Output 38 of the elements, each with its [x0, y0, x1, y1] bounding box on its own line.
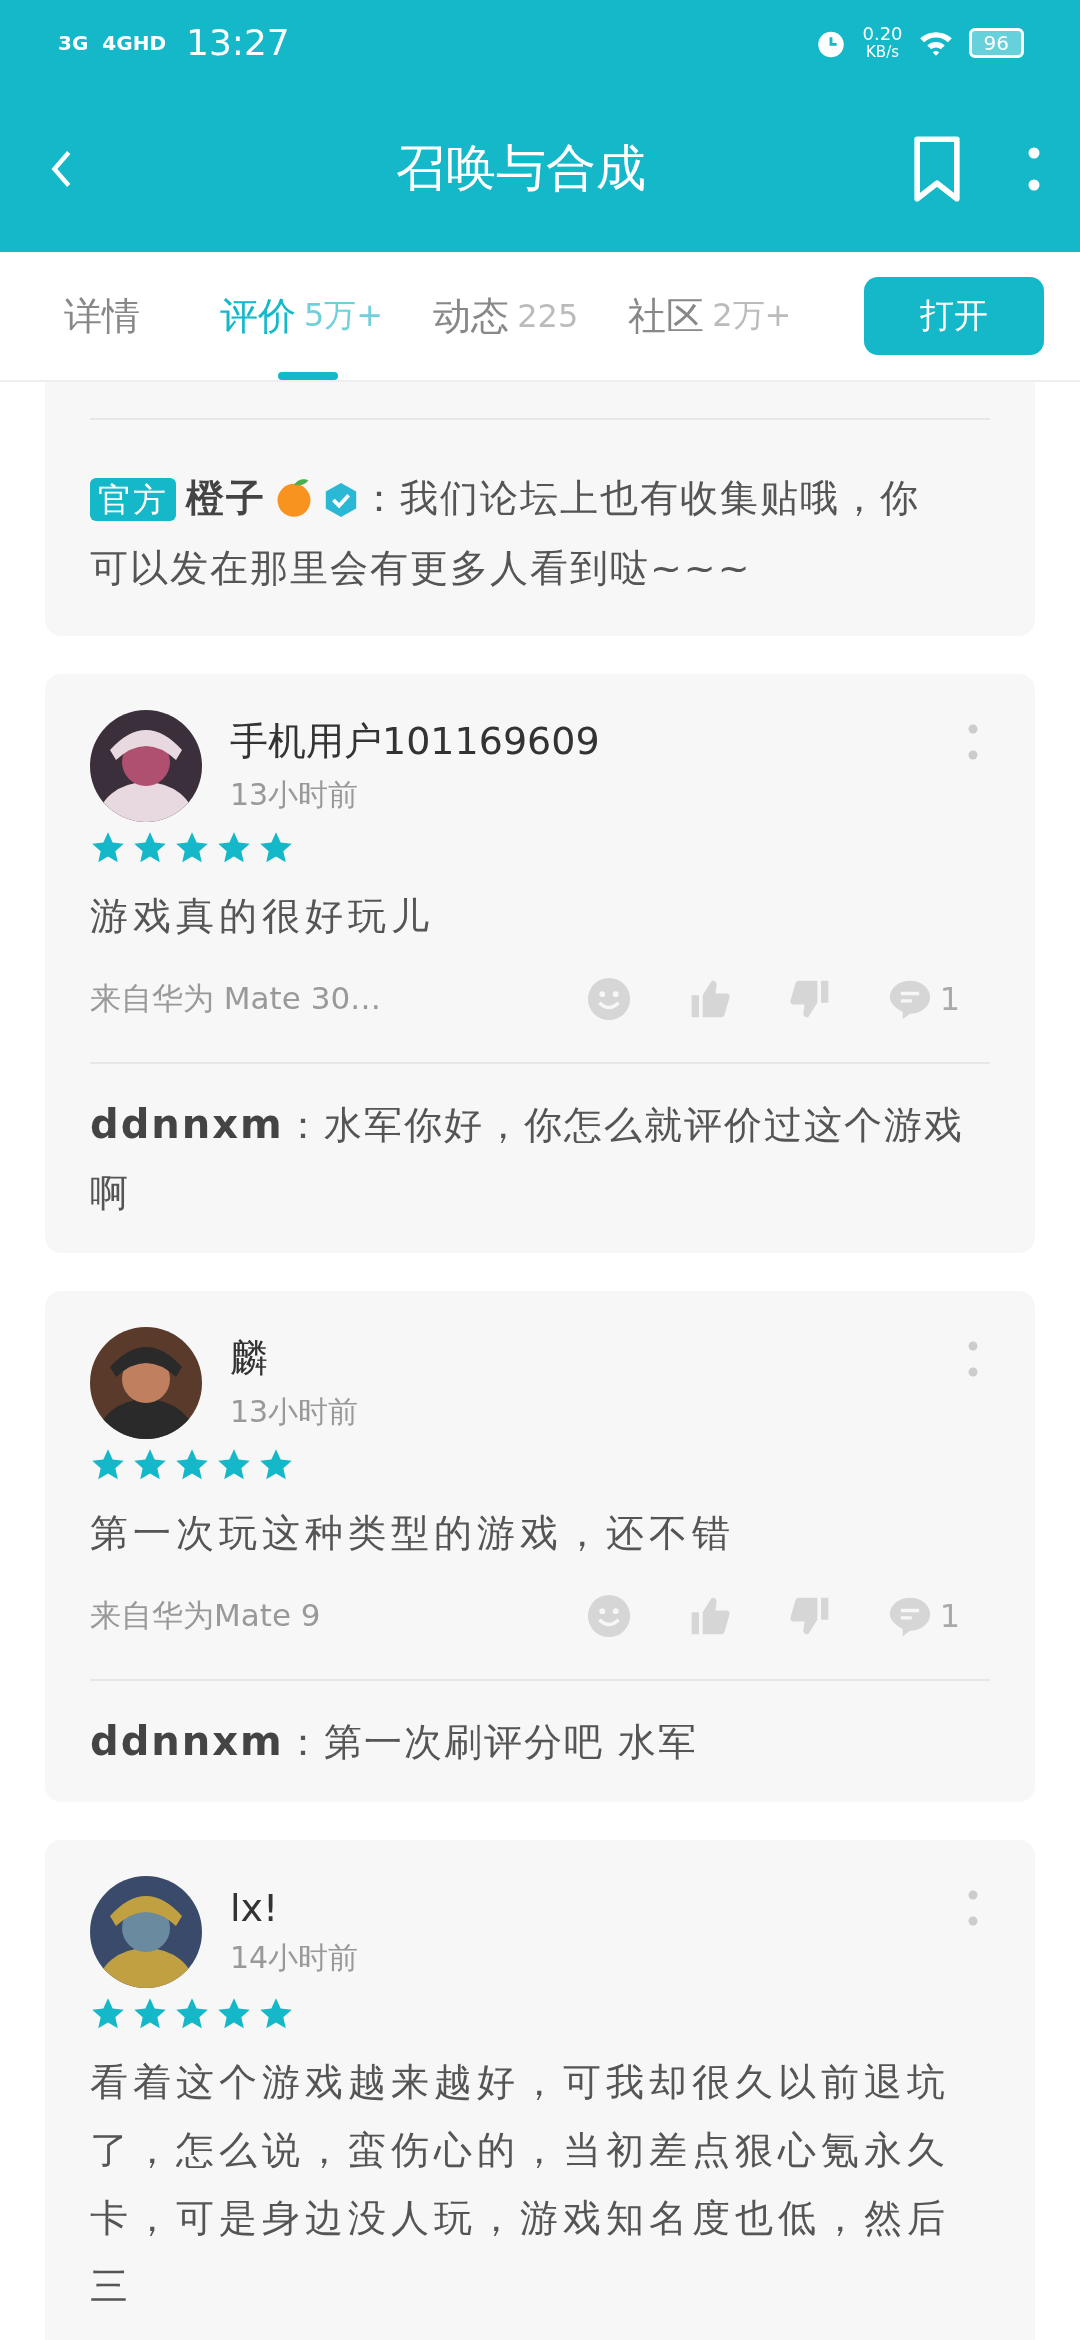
clock: 13:27: [186, 22, 290, 63]
open-button[interactable]: 打开: [864, 277, 1044, 355]
post-time: 14小时前: [230, 1938, 360, 1977]
more-icon[interactable]: [1028, 146, 1040, 191]
device-label: 来自华为 Mate 30…: [90, 979, 383, 1018]
comment-count: 1: [939, 980, 960, 1018]
review-text: 看着这个游戏越来越好，可我却很久以前退坑了，怎么说，蛮伤心的，当初差点狠心氪永久卡，可是身边没人玩，游戏知名度也低，然后三: [90, 2059, 951, 2310]
device-label: 来自华为Mate 9: [90, 1596, 322, 1635]
tab[interactable]: 评价 5万+: [220, 252, 384, 380]
reply-author: 橙子: [186, 476, 266, 520]
review-text: 游戏真的很好玩儿: [90, 893, 435, 940]
speed-unit: KB/s: [866, 42, 899, 61]
tab[interactable]: 详情: [64, 252, 140, 380]
official-badge: 官方: [90, 478, 176, 521]
page-title: 召唤与合成: [395, 138, 647, 199]
reply-text: ：我们论坛上也有收集贴哦，你: [360, 476, 920, 520]
reply-text: ddnnxm：第一次刷评分吧 水军: [90, 1717, 699, 1766]
smiley-icon[interactable]: [585, 976, 632, 1022]
review-text: 第一次玩这种类型的游戏，还不错: [90, 1510, 736, 1557]
more-icon[interactable]: [968, 1341, 978, 1377]
battery-indicator: 96: [968, 27, 1024, 58]
comment-count: 1: [939, 1597, 960, 1635]
reply-text: ddnnxm：水军你好，你怎么就评价过这个游戏啊: [90, 1100, 965, 1217]
more-icon[interactable]: [968, 1890, 978, 1926]
tab[interactable]: 社区 2万+: [628, 252, 792, 380]
network-label: 3G: [58, 30, 89, 55]
smiley-icon[interactable]: [585, 1593, 632, 1639]
user-name[interactable]: 麟: [230, 1333, 940, 1384]
post-time: 13小时前: [230, 776, 360, 814]
user-name[interactable]: 手机用户101169609: [230, 716, 940, 767]
post-time: 13小时前: [230, 1393, 360, 1431]
tab[interactable]: 动态 225: [433, 252, 579, 380]
reply-text: 可以发在那里会有更多人看到哒~~~: [90, 545, 752, 592]
speed-value: 0.20: [862, 24, 903, 43]
network-label: 4GHD: [102, 30, 166, 55]
back-icon[interactable]: [50, 148, 72, 189]
more-icon[interactable]: [968, 724, 978, 760]
user-name[interactable]: lx!: [230, 1885, 940, 1930]
